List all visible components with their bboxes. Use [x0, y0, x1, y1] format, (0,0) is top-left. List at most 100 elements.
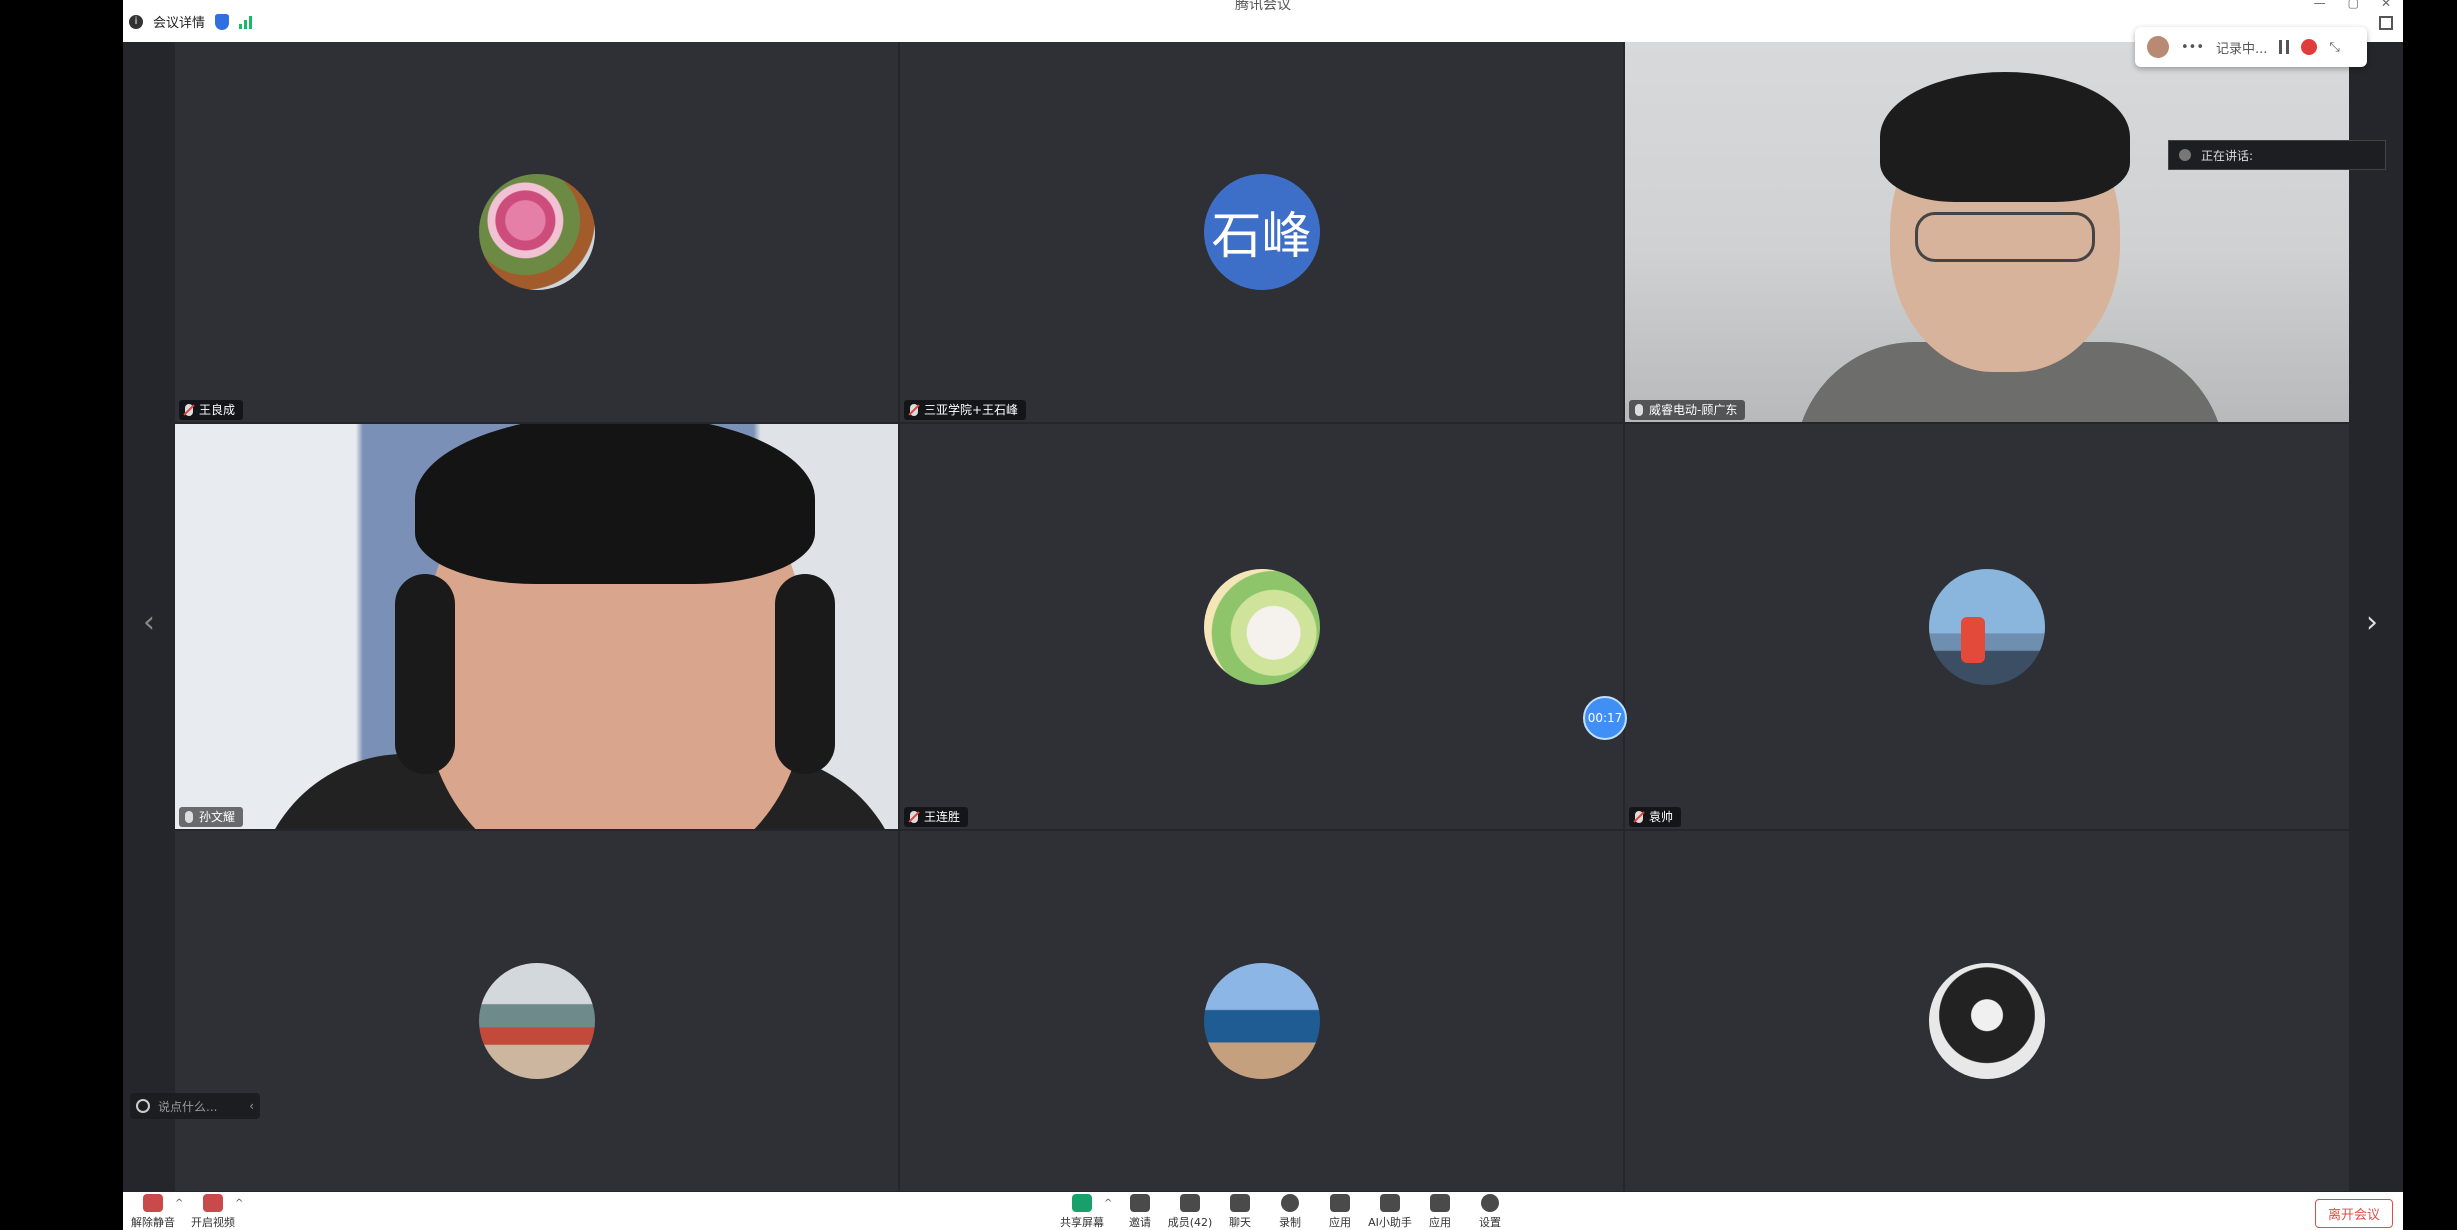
mic-icon	[1635, 404, 1643, 416]
participant-name: 袁帅	[1649, 810, 1674, 824]
prev-page-arrow-icon[interactable]: ‹	[143, 605, 155, 640]
apps-icon	[1330, 1194, 1350, 1212]
participant-name-tag: 袁帅	[1629, 807, 1682, 827]
speaking-label: 正在讲话:	[2201, 148, 2254, 163]
meeting-info[interactable]: i 会议详情	[129, 12, 253, 31]
video-tile[interactable]: 王良成	[175, 42, 898, 422]
avatar	[478, 963, 595, 1079]
video-tile[interactable]: 石峰 三亚学院+王石峰	[900, 42, 1623, 422]
share-screen-icon	[1072, 1194, 1092, 1212]
meeting-info-label: 会议详情	[153, 16, 206, 31]
record-button[interactable]: 录制	[1266, 1194, 1314, 1230]
ai-assistant-button[interactable]: AI小助手	[1366, 1194, 1414, 1230]
minimize-icon[interactable]: —	[2314, 0, 2326, 10]
members-label: 成员(42)	[1167, 1216, 1213, 1229]
camera-off-icon	[203, 1194, 223, 1212]
chat-button[interactable]: 聊天	[1216, 1194, 1264, 1230]
collapse-left-icon[interactable]: ‹	[249, 1099, 254, 1113]
camera-feed	[415, 424, 815, 584]
mic-icon	[185, 811, 193, 823]
participant-name: 威睿电动-顾广东	[1649, 403, 1738, 417]
participant-name-tag: 三亚学院+王石峰	[904, 400, 1027, 420]
timer-bubble[interactable]: 00:17	[1583, 696, 1627, 740]
chevron-up-icon[interactable]: ^	[235, 1198, 243, 1209]
apps-label: 应用	[1329, 1216, 1351, 1229]
chat-placeholder: 说点什么...	[158, 1099, 218, 1114]
title-bar: 腾讯会议 i 会议详情 — ▢ ✕	[123, 0, 2403, 42]
bottom-toolbar: 解除静音 ^ 开启视频 ^ 共享屏幕 ^ 邀请 成员(42) 聊天 录制 应用 …	[123, 1192, 2403, 1230]
participant-name: 三亚学院+王石峰	[924, 403, 1019, 417]
window-controls: — ▢ ✕	[2314, 0, 2391, 10]
record-label: 录制	[1279, 1216, 1301, 1229]
fullscreen-icon[interactable]	[2379, 16, 2393, 30]
stop-recording-icon[interactable]	[2301, 39, 2318, 55]
camera-feed	[1915, 212, 2095, 262]
members-icon	[1180, 1194, 1200, 1212]
video-tile[interactable]: 王连胜	[900, 424, 1623, 829]
chat-quick-input[interactable]: 说点什么... ‹	[130, 1093, 260, 1119]
start-video-button[interactable]: 开启视频	[189, 1194, 237, 1230]
speaking-indicator: 正在讲话:	[2168, 140, 2386, 170]
apps-grid-label: 应用	[1429, 1216, 1451, 1229]
network-signal-icon[interactable]	[239, 15, 253, 29]
more-icon[interactable]: •••	[2181, 40, 2204, 55]
video-tile[interactable]	[1625, 831, 2349, 1191]
chevron-up-icon[interactable]: ^	[175, 1198, 183, 1209]
collapse-icon[interactable]: ⤡	[2329, 40, 2339, 55]
chat-icon	[1230, 1194, 1250, 1212]
settings-label: 设置	[1479, 1216, 1501, 1229]
unmute-label: 解除静音	[131, 1216, 175, 1229]
avatar	[1203, 963, 1320, 1079]
settings-button[interactable]: 设置	[1466, 1194, 1514, 1230]
avatar	[1203, 568, 1320, 685]
ai-assistant-label: AI小助手	[1368, 1216, 1412, 1229]
mic-muted-icon	[910, 811, 918, 823]
avatar	[2147, 36, 2169, 58]
camera-feed	[1880, 72, 2130, 202]
meeting-window: 腾讯会议 i 会议详情 — ▢ ✕ 王良成 石峰 三亚学院+王石峰 威睿电动-顾…	[123, 0, 2403, 1230]
participant-name-tag: 王良成	[179, 400, 244, 420]
record-icon	[1281, 1194, 1299, 1212]
share-screen-label: 共享屏幕	[1060, 1216, 1104, 1229]
share-screen-button[interactable]: 共享屏幕	[1058, 1194, 1106, 1230]
mic-muted-icon	[1635, 811, 1643, 823]
mic-muted-icon	[910, 404, 918, 416]
info-icon: i	[129, 14, 143, 29]
invite-label: 邀请	[1129, 1216, 1151, 1229]
maximize-icon[interactable]: ▢	[2348, 0, 2359, 10]
members-button[interactable]: 成员(42)	[1166, 1194, 1214, 1230]
video-tile[interactable]: 孙文耀	[175, 424, 898, 829]
participant-name: 孙文耀	[199, 810, 236, 824]
apps-grid-button[interactable]: 应用	[1416, 1194, 1464, 1230]
apps-button[interactable]: 应用	[1316, 1194, 1364, 1230]
recording-status: 记录中...	[2216, 41, 2268, 57]
video-tile[interactable]: 袁帅	[1625, 424, 2349, 829]
mic-muted-icon	[143, 1194, 163, 1212]
avatar	[1929, 568, 2045, 685]
participant-name-tag: 孙文耀	[179, 807, 244, 827]
unmute-button[interactable]: 解除静音	[129, 1194, 177, 1230]
security-shield-icon[interactable]	[215, 13, 230, 30]
avatar	[1929, 963, 2045, 1079]
close-icon[interactable]: ✕	[2381, 0, 2391, 10]
camera-feed	[775, 574, 835, 774]
next-page-arrow-icon[interactable]: ›	[2366, 605, 2378, 640]
gear-icon	[1481, 1194, 1499, 1212]
avatar	[478, 174, 595, 290]
avatar: 石峰	[1203, 174, 1320, 290]
participant-name-tag: 王连胜	[904, 807, 969, 827]
recording-status-pill: ••• 记录中... ⤡	[2135, 27, 2367, 67]
timer-value: 00:17	[1587, 711, 1623, 725]
leave-meeting-button[interactable]: 离开会议	[2314, 1199, 2393, 1228]
window-title: 腾讯会议	[1235, 0, 1291, 13]
video-tile[interactable]	[175, 831, 898, 1191]
pause-icon[interactable]	[2279, 40, 2290, 54]
invite-icon	[1130, 1194, 1150, 1212]
emoji-icon[interactable]	[136, 1099, 150, 1113]
avatar	[2179, 149, 2191, 161]
video-tile[interactable]	[900, 831, 1623, 1191]
invite-button[interactable]: 邀请	[1116, 1194, 1164, 1230]
chat-label: 聊天	[1229, 1216, 1251, 1229]
chevron-up-icon[interactable]: ^	[1104, 1198, 1112, 1209]
video-tile[interactable]: 威睿电动-顾广东	[1625, 42, 2349, 422]
